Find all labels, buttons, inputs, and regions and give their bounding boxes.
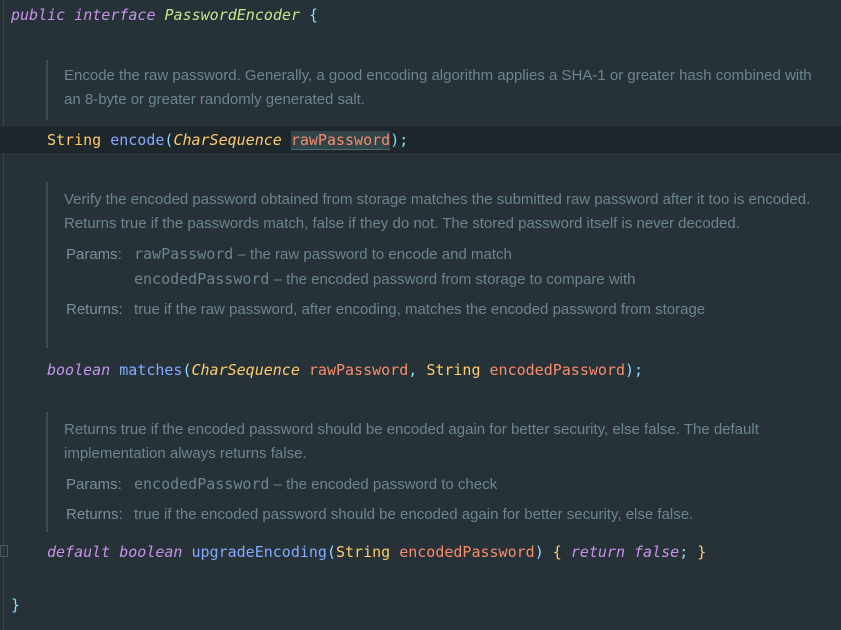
method-name-upgrade-encoding[interactable]: upgradeEncoding [192,543,327,561]
param-desc: – the raw password to encode and match [233,246,512,263]
matches-method-line[interactable]: boolean matches(CharSequence rawPassword… [47,360,643,380]
param-type: CharSequence [173,131,282,149]
open-paren: ( [182,361,192,379]
close-brace: } [11,596,21,614]
returns-text: true if the raw password, after encoding… [134,301,706,318]
returns-label: Returns: [66,506,123,523]
encode-method-line[interactable]: String encode(CharSequence rawPassword); [47,130,408,150]
return-type-boolean: boolean [119,543,183,561]
upgrade-doc-text: Returns true if the encoded password sho… [64,421,759,462]
interface-name: PasswordEncoder [164,6,300,24]
matches-doc-text: Verify the encoded password obtained fro… [64,191,811,232]
method-name-encode[interactable]: encode [110,131,164,149]
param-type: CharSequence [191,361,300,379]
keyword-public: public [11,6,66,24]
semicolon: ; [679,543,689,561]
param-raw-password: rawPassword [308,361,409,379]
open-brace: { [309,6,319,24]
encode-javadoc: Encode the raw password. Generally, a go… [46,60,824,120]
param-raw-password-selected[interactable]: rawPassword [290,131,391,150]
return-type: String [47,131,102,149]
param-type: String [426,361,481,379]
matches-params-row: Params: rawPassword – the raw password t… [64,242,838,292]
keyword-default: default [47,543,111,561]
params-label: Params: [66,246,122,263]
matches-returns-row: Returns: true if the raw password, after… [64,298,838,322]
open-brace: { [552,543,562,561]
interface-closing-line[interactable]: } [11,595,20,615]
keyword-return: return [570,543,625,561]
upgrade-params-row: Params: encodedPassword – the encoded pa… [64,472,824,497]
upgrade-returns-row: Returns: true if the encoded password sh… [64,503,824,527]
literal-false: false [634,543,680,561]
param-name: rawPassword [134,245,234,263]
close-paren: ); [390,131,409,149]
param-encoded-password: encodedPassword [489,361,625,379]
param-name: encodedPassword [134,270,270,288]
param-desc: – the encoded password from storage to c… [269,271,636,288]
upgrade-method-line[interactable]: default boolean upgradeEncoding(String e… [47,542,706,562]
return-type-boolean: boolean [47,361,111,379]
keyword-interface: interface [74,6,156,24]
upgrade-javadoc: Returns true if the encoded password sho… [46,412,824,532]
close-paren: ); [625,361,644,379]
close-brace: } [697,543,707,561]
param-desc: – the encoded password to check [269,476,498,493]
param-type: String [336,543,391,561]
method-name-matches[interactable]: matches [119,361,182,379]
close-paren: ) [534,543,544,561]
interface-declaration-line[interactable]: public interface PasswordEncoder { [11,5,318,25]
gutter-guide [3,0,4,630]
param-encoded-password: encodedPassword [399,543,535,561]
fold-marker-icon[interactable] [0,545,8,557]
open-paren: ( [326,543,336,561]
code-editor[interactable]: public interface PasswordEncoder { Encod… [0,0,841,630]
returns-label: Returns: [66,301,123,318]
params-label: Params: [66,476,122,493]
comma: , [408,361,418,379]
param-name: encodedPassword [134,475,270,493]
returns-text: true if the encoded password should be e… [134,506,694,523]
encode-doc-text: Encode the raw password. Generally, a go… [64,67,812,108]
matches-javadoc: Verify the encoded password obtained fro… [46,182,838,348]
